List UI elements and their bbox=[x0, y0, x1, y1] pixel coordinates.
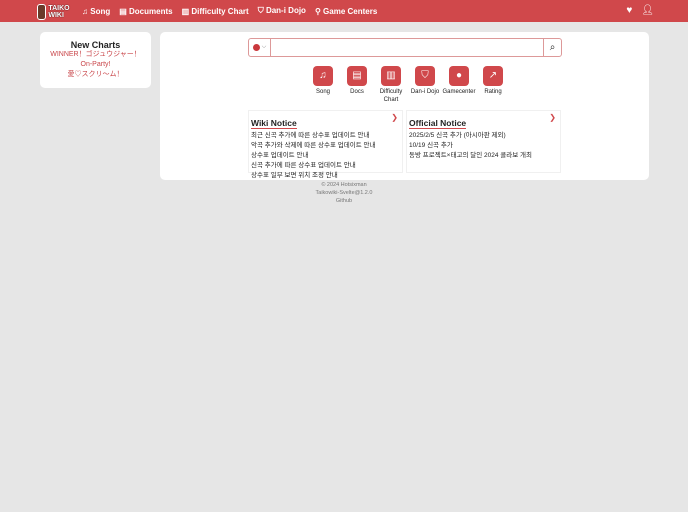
user-icon[interactable]: 👤︎ bbox=[641, 5, 654, 16]
wiki-notice: Wiki Notice ❯ 최근 신곡 추가에 따른 상수표 업데이트 안내 악곡… bbox=[248, 110, 403, 179]
quick-link-label: Gamecenter bbox=[442, 89, 476, 95]
search-input[interactable] bbox=[271, 39, 543, 56]
notice-item[interactable]: 2025/2/5 신곡 추가 (아시아판 제외) bbox=[409, 131, 558, 141]
heart-icon[interactable]: ♥ bbox=[626, 5, 632, 16]
nav-dan-i-dojo[interactable]: ⛉ Dan-i Dojo bbox=[258, 6, 306, 16]
top-nav: TAIKO WIKI ♫ Song ▤ Documents ▥ Difficul… bbox=[0, 0, 688, 22]
nav-song[interactable]: ♫ Song bbox=[82, 7, 110, 16]
drum-dot-icon bbox=[252, 44, 260, 51]
quick-link-label: Difficulty Chart bbox=[379, 89, 403, 103]
quick-link-dan-i-dojo[interactable]: ⛉ Dan-i Dojo bbox=[408, 66, 442, 104]
logo[interactable]: TAIKO WIKI bbox=[37, 3, 77, 20]
notice-item[interactable]: 악곡 추가와 삭제에 따른 상수표 업데이트 안내 bbox=[251, 141, 400, 151]
official-notice: Official Notice ❯ 2025/2/5 신곡 추가 (아시아판 제외… bbox=[406, 110, 561, 173]
quick-link-label: Rating bbox=[484, 89, 502, 95]
notice-item[interactable]: 10/19 신곡 추가 bbox=[409, 141, 558, 151]
quick-link-docs[interactable]: ▤ Docs bbox=[340, 66, 374, 104]
notice-item[interactable]: 상수표 업데이트 안내 bbox=[251, 151, 400, 161]
quick-link-label: Dan-i Dojo bbox=[410, 89, 440, 95]
search-button[interactable]: ⌕ bbox=[543, 39, 561, 56]
quick-link-label: Docs bbox=[350, 89, 364, 95]
new-chart-link[interactable]: On-Party! bbox=[40, 60, 151, 70]
footer: © 2024 Hotsixman Taikowiki-Svelte@1.2.0 … bbox=[0, 181, 688, 205]
quick-link-difficulty-chart[interactable]: ▥ Difficulty Chart bbox=[374, 66, 408, 104]
notice-item[interactable]: 신곡 추가에 따른 상수표 업데이트 안내 bbox=[251, 161, 400, 171]
new-chart-link[interactable]: 愛♡スクリ〜ム！ bbox=[40, 70, 151, 80]
github-link[interactable]: Github bbox=[0, 197, 688, 205]
document-icon: ▤ bbox=[347, 66, 367, 86]
notice-item[interactable]: 동방 프로젝트×태고의 달인 2024 콜라보 개최 bbox=[409, 151, 558, 161]
copyright: © 2024 Hotsixman bbox=[321, 182, 367, 188]
drum-icon bbox=[37, 3, 47, 20]
main-card: ⌵ ⌕ ♫ Song ▤ Docs ▥ Difficulty Chart ⛉ Dan-i… bbox=[160, 32, 649, 180]
wiki-notice-title[interactable]: Wiki Notice bbox=[251, 118, 297, 129]
nav-game-centers[interactable]: ⚲ Game Centers bbox=[315, 7, 377, 16]
quick-link-rating[interactable]: ↗ Rating bbox=[476, 66, 510, 104]
search-icon: ⌕ bbox=[549, 42, 556, 53]
chart-icon: ▥ bbox=[381, 66, 401, 86]
logo-text: TAIKO WIKI bbox=[48, 4, 70, 19]
nav-difficulty-chart[interactable]: ▥ Difficulty Chart bbox=[182, 7, 249, 16]
location-pin-icon: ● bbox=[449, 66, 469, 86]
music-icon: ♫ bbox=[313, 66, 333, 86]
version: Taikowiki-Svelte@1.2.0 bbox=[315, 190, 373, 196]
quick-link-song[interactable]: ♫ Song bbox=[306, 66, 340, 104]
search-type-select[interactable]: ⌵ bbox=[249, 39, 271, 56]
notice-item[interactable]: 최근 신곡 추가에 따른 상수표 업데이트 안내 bbox=[251, 131, 400, 141]
nav-documents[interactable]: ▤ Documents bbox=[119, 7, 172, 16]
notice-item[interactable]: 상수표 일부 보면 위치 조정 안내 bbox=[251, 171, 400, 181]
chevron-right-icon[interactable]: ❯ bbox=[549, 113, 556, 122]
quick-link-label: Song bbox=[315, 89, 330, 95]
chevron-down-icon: ⌵ bbox=[261, 44, 267, 50]
new-charts-card: New Charts WINNER！ゴジュウジャー！ On-Party! 愛♡ス… bbox=[40, 32, 151, 88]
new-charts-title: New Charts bbox=[70, 40, 121, 50]
official-notice-title[interactable]: Official Notice bbox=[409, 118, 467, 129]
new-chart-link[interactable]: WINNER！ゴジュウジャー！ bbox=[40, 50, 151, 60]
chevron-right-icon[interactable]: ❯ bbox=[391, 113, 398, 122]
trending-up-icon: ↗ bbox=[483, 66, 503, 86]
search-bar: ⌵ ⌕ bbox=[248, 38, 562, 57]
shield-icon: ⛉ bbox=[415, 66, 435, 86]
quick-link-gamecenter[interactable]: ● Gamecenter bbox=[442, 66, 476, 104]
